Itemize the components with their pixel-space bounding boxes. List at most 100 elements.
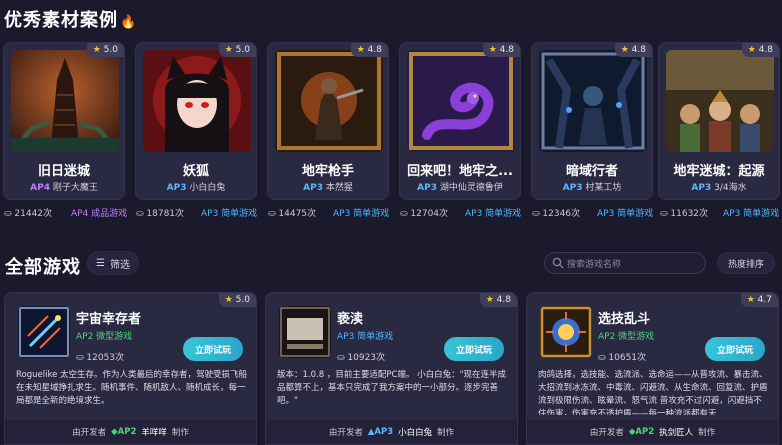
star-icon: ★ bbox=[224, 295, 233, 305]
play-count: ⛀ 21442次 bbox=[4, 209, 53, 219]
game-name: 宇宙幸存者 bbox=[76, 312, 142, 327]
play-now-button[interactable]: 立即试玩 bbox=[705, 337, 765, 361]
category-tag: AP4 成品游戏 bbox=[71, 209, 128, 219]
game-name: 地牢枪手 bbox=[301, 164, 354, 179]
author-line: AP3 湖中仙灵德鲁伊 bbox=[400, 180, 520, 193]
star-icon: ★ bbox=[224, 45, 233, 55]
play-count: ⛀ 10923次 bbox=[337, 353, 386, 363]
play-count: ⛀ 18781次 bbox=[136, 209, 185, 219]
developer-name[interactable]: 执剑匠人 bbox=[659, 426, 693, 438]
fire-icon: 🔥 bbox=[120, 15, 138, 30]
game-name: 暗域行者 bbox=[565, 164, 618, 179]
category-tag: AP3 简单游戏 bbox=[723, 209, 780, 219]
category-tag: AP3 简单游戏 bbox=[597, 209, 654, 219]
featured-card[interactable]: ★ 5.0 旧日迷城 AP4 刚子大魔王 bbox=[3, 42, 125, 200]
rating-badge: ★ 4.8 bbox=[614, 43, 652, 57]
author-line: AP3 本然猩 bbox=[268, 180, 388, 193]
game-description: 版本：1.0.8 ，目前主要适配PC端。 小白白兔："现在连半成品都算不上，基本… bbox=[277, 370, 507, 406]
game-thumbnail bbox=[666, 50, 774, 152]
game-thumbnail bbox=[143, 50, 251, 152]
category-tag: AP3 简单游戏 bbox=[337, 332, 394, 342]
ap-level-badge: AP3 bbox=[691, 183, 712, 193]
rating-badge: ★ 4.8 bbox=[350, 43, 388, 57]
game-thumbnail bbox=[407, 50, 515, 152]
game-name: 选技乱斗 bbox=[598, 312, 651, 327]
developer-line: 由开发者 ◆AP2 羊咩咩 制作 bbox=[5, 420, 256, 444]
developer-name[interactable]: 羊咩咩 bbox=[141, 426, 167, 438]
play-count: ⛀ 12053次 bbox=[76, 353, 125, 363]
developer-line: 由开发者 ▲AP3 小白白兔 制作 bbox=[266, 420, 517, 444]
game-thumbnail bbox=[539, 50, 647, 152]
game-name: 回来吧！地牢之... bbox=[407, 164, 513, 179]
author-name: 刚子大魔王 bbox=[52, 183, 98, 193]
star-icon: ★ bbox=[485, 295, 494, 305]
game-card[interactable]: ★ 4.8 亵渎 AP3 简单游戏 ⛀ 10923次 立即试玩 版本：1.0.8… bbox=[265, 292, 518, 445]
author-name: 本然猩 bbox=[325, 183, 353, 193]
rating-badge: ★ 4.8 bbox=[479, 293, 517, 307]
game-name: 旧日迷城 bbox=[37, 164, 90, 179]
rating-badge: ★ 5.0 bbox=[218, 293, 256, 307]
play-count: ⛀ 12346次 bbox=[532, 209, 581, 219]
play-count: ⛀ 10651次 bbox=[598, 353, 647, 363]
category-tag: AP2 微型游戏 bbox=[598, 332, 655, 342]
rating-badge: ★ 4.8 bbox=[482, 43, 520, 57]
author-line: AP4 刚子大魔王 bbox=[4, 180, 124, 193]
ap-level-badge: AP3 bbox=[562, 183, 583, 193]
ap-level-badge: ◆AP2 bbox=[628, 427, 655, 437]
game-description: 肉鸽选择，选技能、选流派、选命运——从普攻流、暴击流、大招流到冰冻流、中毒流、闪… bbox=[538, 370, 768, 415]
search-input[interactable]: 搜索游戏名称 bbox=[544, 252, 706, 274]
author-name: 村某工坊 bbox=[585, 183, 622, 193]
ap-level-badge: ◆AP2 bbox=[111, 427, 137, 437]
star-icon: ★ bbox=[92, 45, 101, 55]
category-tag: AP2 微型游戏 bbox=[76, 332, 133, 342]
game-thumbnail bbox=[18, 306, 70, 358]
star-icon: ★ bbox=[620, 45, 629, 55]
game-card[interactable]: ★ 4.7 选技乱斗 AP2 微型游戏 ⛀ 10651次 立即试玩 肉鸽选择，选… bbox=[526, 292, 779, 445]
play-count: ⛀ 14475次 bbox=[268, 209, 317, 219]
rating-badge: ★ 5.0 bbox=[86, 43, 124, 57]
play-count: ⛀ 12704次 bbox=[400, 209, 449, 219]
featured-section-title: 优秀素材案例 🔥 bbox=[4, 10, 138, 31]
featured-card[interactable]: ★ 4.8 地牢枪手 AP3 本然猩 bbox=[267, 42, 389, 200]
category-tag: AP3 简单游戏 bbox=[201, 209, 258, 219]
game-thumbnail bbox=[279, 306, 331, 358]
game-thumbnail bbox=[540, 306, 592, 358]
star-icon: ★ bbox=[488, 45, 497, 55]
star-icon: ★ bbox=[746, 295, 755, 305]
game-name: 妖狐 bbox=[182, 164, 209, 179]
play-count: ⛀ 11632次 bbox=[660, 209, 709, 219]
search-placeholder: 搜索游戏名称 bbox=[567, 259, 622, 270]
game-thumbnail bbox=[11, 50, 119, 152]
play-now-button[interactable]: 立即试玩 bbox=[183, 337, 243, 361]
featured-card[interactable]: ★ 4.8 地牢迷城：起源 AP3 3/4海水 bbox=[658, 42, 780, 200]
game-card[interactable]: ★ 5.0 宇宙幸存者 AP2 微型游戏 ⛀ 12053次 立即试玩 Rogue… bbox=[4, 292, 257, 445]
featured-card[interactable]: ★ 5.0 妖狐 AP3 小白白兔 bbox=[135, 42, 257, 200]
filter-icon: ☰ bbox=[96, 257, 105, 269]
author-name: 小白白兔 bbox=[189, 183, 226, 193]
author-line: AP3 3/4海水 bbox=[659, 180, 779, 193]
featured-card[interactable]: ★ 4.8 暗域行者 AP3 村某工坊 bbox=[531, 42, 653, 200]
author-line: AP3 村某工坊 bbox=[532, 180, 652, 193]
game-thumbnail bbox=[275, 50, 383, 152]
author-line: AP3 小白白兔 bbox=[136, 180, 256, 193]
developer-line: 由开发者 ◆AP2 执剑匠人 制作 bbox=[527, 420, 778, 444]
rating-badge: ★ 4.8 bbox=[741, 43, 779, 57]
game-name: 亵渎 bbox=[337, 312, 364, 327]
play-now-button[interactable]: 立即试玩 bbox=[444, 337, 504, 361]
sort-dropdown[interactable]: 热度排序 bbox=[717, 252, 775, 274]
search-icon bbox=[552, 257, 564, 269]
author-name: 3/4海水 bbox=[714, 183, 747, 193]
all-games-title: 全部游戏 bbox=[5, 257, 81, 278]
ap-level-badge: AP3 bbox=[166, 183, 187, 193]
featured-cards: ★ 5.0 旧日迷城 AP4 刚子大魔王 ⛀ 21442次 AP4 成品游戏 ★… bbox=[3, 42, 782, 222]
featured-card[interactable]: ★ 4.8 回来吧！地牢之... AP3 湖中仙灵德鲁伊 bbox=[399, 42, 521, 200]
ap-level-badge: AP3 bbox=[303, 183, 323, 193]
filter-button[interactable]: ☰ 筛选 bbox=[87, 251, 139, 275]
category-tag: AP3 简单游戏 bbox=[465, 209, 522, 219]
rating-badge: ★ 5.0 bbox=[218, 43, 256, 57]
game-name: 地牢迷城：起源 bbox=[673, 164, 765, 179]
ap-level-badge: AP4 bbox=[30, 183, 50, 193]
star-icon: ★ bbox=[356, 45, 365, 55]
author-name: 湖中仙灵德鲁伊 bbox=[439, 183, 503, 193]
developer-name[interactable]: 小白白兔 bbox=[398, 426, 432, 438]
